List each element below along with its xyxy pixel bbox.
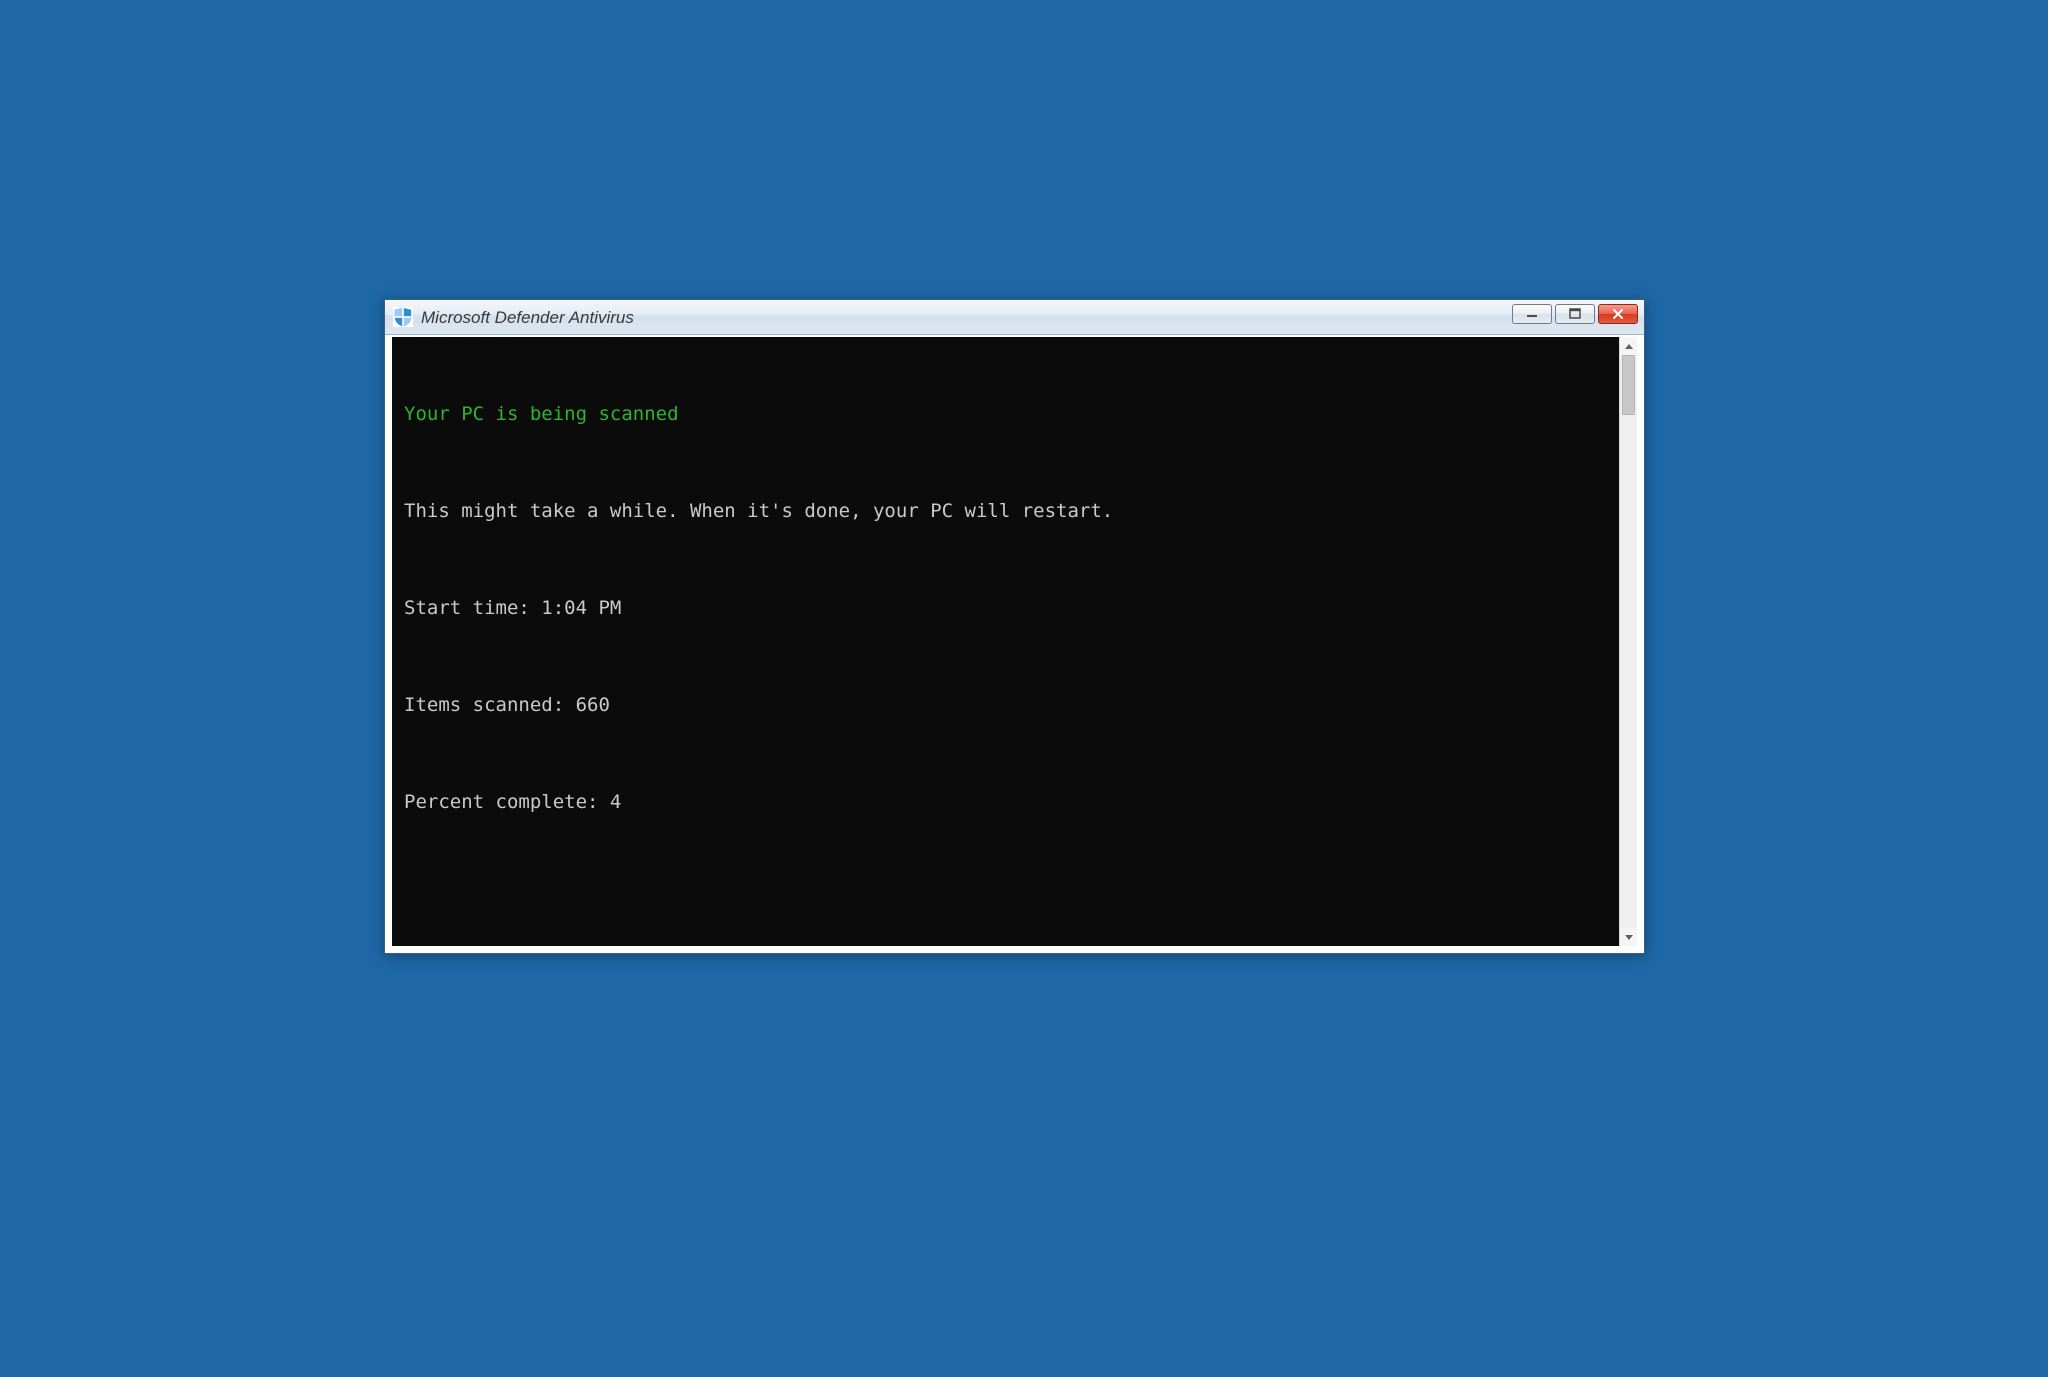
- app-window: Microsoft Defender Antivirus Yo: [384, 299, 1645, 954]
- scroll-track[interactable]: [1620, 355, 1637, 928]
- items-scanned-line: Items scanned: 660: [404, 693, 1607, 719]
- start-time-label: Start time:: [404, 597, 541, 619]
- maximize-button[interactable]: [1555, 304, 1595, 324]
- window-title: Microsoft Defender Antivirus: [421, 300, 634, 335]
- percent-complete-label: Percent complete:: [404, 791, 610, 813]
- vertical-scrollbar[interactable]: [1619, 337, 1637, 946]
- client-area: Your PC is being scanned This might take…: [392, 337, 1637, 946]
- start-time-line: Start time: 1:04 PM: [404, 596, 1607, 622]
- scroll-down-button[interactable]: [1620, 928, 1637, 946]
- percent-complete-value: 4: [610, 791, 621, 813]
- minimize-button[interactable]: [1512, 304, 1552, 324]
- titlebar[interactable]: Microsoft Defender Antivirus: [385, 300, 1644, 335]
- items-scanned-label: Items scanned:: [404, 694, 576, 716]
- close-button[interactable]: [1598, 304, 1638, 324]
- items-scanned-value: 660: [576, 694, 610, 716]
- start-time-value: 1:04 PM: [541, 597, 621, 619]
- scan-message: This might take a while. When it's done,…: [404, 499, 1607, 525]
- percent-complete-line: Percent complete: 4: [404, 790, 1607, 816]
- defender-shield-icon: [393, 307, 413, 327]
- scroll-thumb[interactable]: [1622, 355, 1635, 415]
- console-output: Your PC is being scanned This might take…: [392, 337, 1619, 946]
- scan-heading: Your PC is being scanned: [404, 402, 1607, 428]
- window-controls: [1512, 304, 1638, 324]
- scroll-up-button[interactable]: [1620, 337, 1637, 355]
